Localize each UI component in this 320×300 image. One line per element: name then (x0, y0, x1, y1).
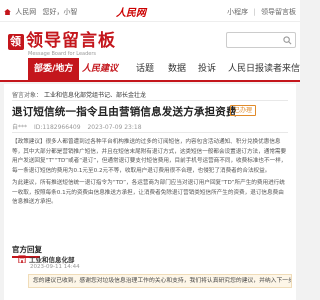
reply-organization: 工业和信息化部 (18, 254, 75, 264)
message-body: 【政策建议】很多人都曾遭到过各种平台机构推送的过多的订阅短信，内容包含活动通知、… (12, 138, 288, 211)
nav-item-data[interactable]: 数据 (168, 58, 186, 80)
building-icon (18, 255, 26, 263)
nav-item-people-suggestions[interactable]: 人民建议 (82, 58, 118, 80)
logo-title: 领领导留言板 (8, 26, 116, 51)
message-paragraph: 为此建议，所有推送短信统一退订指令为“TD”，各运营商为部门应当对退订用户回复“… (12, 180, 285, 205)
message-paragraph: 【政策建议】很多人都曾遭到过各种平台机构推送的过多的订阅短信，内容包含活动通知、… (12, 139, 287, 174)
message-date: 2023-07-09 23:18 (87, 124, 142, 131)
search-input[interactable] (227, 39, 281, 54)
nav-item-topics[interactable]: 话题 (136, 58, 154, 80)
message-meta: 自*** ID:1182966409 2023-07-09 23:18 (12, 122, 147, 131)
nav-item-complaints[interactable]: 投诉 (198, 58, 216, 80)
divider (12, 100, 288, 101)
top-utility-bar: 人民网 您好，小智 人民网 小程序 | 领导留言板 (0, 0, 300, 22)
home-icon[interactable] (4, 9, 11, 15)
reply-org-name: 工业和信息化部 (29, 256, 75, 264)
logo-title-text: 领导留言板 (26, 31, 116, 51)
user-greeting[interactable]: 您好，小智 (42, 8, 77, 16)
people-daily-logo[interactable]: 人民网 (116, 4, 146, 19)
status-badge: 已办理 (230, 105, 257, 116)
breadcrumb: 留言对象： 工业和信息化部党组书记、部长金壮龙 (12, 90, 146, 99)
nav-item-readers-letters[interactable]: 人民日报读者来信 (228, 58, 300, 80)
main-nav: 部委/地方 人民建议 话题 数据 投诉 人民日报读者来信 (0, 58, 300, 82)
mini-program-link[interactable]: 小程序 (227, 8, 248, 16)
location-group: 人民网 您好，小智 (4, 7, 77, 17)
reply-date: 2023-09-11 14:44 (30, 264, 80, 270)
site-logo[interactable]: 领领导留言板 Message Board for Leaders (8, 26, 116, 57)
logo-subtitle: Message Board for Leaders (28, 51, 97, 57)
breadcrumb-prefix: 留言对象： (12, 92, 43, 99)
search-box (226, 32, 296, 54)
search-icon[interactable] (283, 36, 292, 45)
message-board-link[interactable]: 领导留言板 (261, 8, 296, 16)
separator: | (253, 8, 256, 16)
site-link[interactable]: 人民网 (15, 8, 36, 16)
message-id: ID:1182966409 (33, 124, 81, 131)
breadcrumb-target-link[interactable]: 工业和信息化部党组书记、部长金壮龙 (44, 92, 146, 99)
logo-mark-icon: 领 (8, 34, 24, 50)
site-header: 领领导留言板 Message Board for Leaders (0, 22, 300, 58)
account-links: 小程序 | 领导留言板 (227, 7, 296, 17)
reply-content: 您的建议已收到，感谢您对垃圾信息治理工作的关心和支持，我们将认真研究您的建议，并… (28, 274, 292, 288)
author: 自*** (12, 124, 28, 131)
official-reply-section: 官方回复 工业和信息化部 2023-09-11 14:44 您的建议已收到，感谢… (4, 236, 296, 300)
people-daily-logo-text: 人民网 (116, 8, 146, 19)
message-title: 退订短信统一指令且由营销信息发送方承担资费 (12, 106, 237, 118)
divider (12, 132, 288, 133)
nav-item-ministries-local[interactable]: 部委/地方 (28, 58, 80, 80)
